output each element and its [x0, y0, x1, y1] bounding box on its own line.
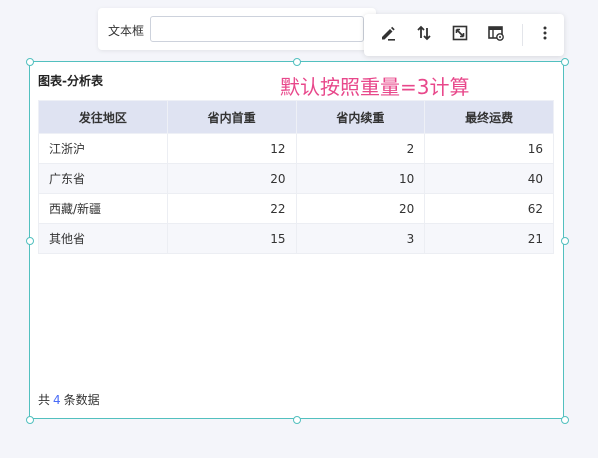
textbox-label: 文本框: [108, 24, 145, 38]
table-row[interactable]: 广东省 20 10 40: [38, 163, 554, 194]
resize-handle-right[interactable]: [561, 237, 569, 245]
edit-button[interactable]: [370, 14, 406, 56]
table-cell: 16: [424, 133, 554, 164]
resize-handle-bottom[interactable]: [293, 416, 301, 424]
table-cell: 21: [424, 223, 554, 254]
table-cell: 10: [295, 163, 426, 194]
more-vertical-icon: [536, 24, 554, 46]
table-cell: 62: [424, 193, 554, 224]
table-cell: 3: [295, 223, 426, 254]
resize-handle-top-left[interactable]: [26, 58, 34, 66]
table-cell: 江浙沪: [38, 133, 168, 164]
resize-handle-bottom-right[interactable]: [561, 416, 569, 424]
table-cell: 20: [166, 163, 297, 194]
pen-edit-icon: [379, 24, 397, 46]
column-header[interactable]: 省内首重: [166, 100, 297, 134]
resize-handle-bottom-left[interactable]: [26, 416, 34, 424]
table-row[interactable]: 其他省 15 3 21: [38, 223, 554, 254]
swap-button[interactable]: [406, 14, 442, 56]
widget-title: 图表-分析表: [38, 74, 103, 88]
table-row[interactable]: 江浙沪 12 2 16: [38, 133, 554, 164]
analysis-table: 发往地区 省内首重 省内续重 最终运费 江浙沪 12 2 16 广东省 20 1…: [38, 100, 554, 254]
table-cell: 15: [166, 223, 297, 254]
table-cell: 12: [166, 133, 297, 164]
expand-icon: [451, 24, 469, 46]
table-cell: 2: [295, 133, 426, 164]
swap-arrows-icon: [415, 24, 433, 46]
textbox-input[interactable]: [150, 16, 364, 42]
more-button[interactable]: [527, 14, 563, 56]
column-header[interactable]: 发往地区: [38, 100, 168, 134]
footer-suffix: 条数据: [63, 393, 100, 407]
analysis-table-widget[interactable]: 图表-分析表 默认按照重量=3计算 发往地区 省内首重 省内续重 最终运费 江浙…: [29, 61, 564, 419]
row-count: 4: [53, 393, 61, 407]
row-count-footer: 共 4 条数据: [38, 391, 100, 408]
resize-handle-left[interactable]: [26, 237, 34, 245]
widget-toolbar: [364, 14, 564, 56]
table-cell: 22: [166, 193, 297, 224]
table-header-row: 发往地区 省内首重 省内续重 最终运费: [38, 100, 554, 134]
table-cell: 其他省: [38, 223, 168, 254]
textbox-bar: 文本框: [98, 8, 376, 50]
toolbar-divider: [522, 24, 523, 46]
table-cell: 20: [295, 193, 426, 224]
fullscreen-button[interactable]: [442, 14, 478, 56]
table-settings-button[interactable]: [478, 14, 514, 56]
table-cell: 40: [424, 163, 554, 194]
table-cell: 广东省: [38, 163, 168, 194]
annotation-text: 默认按照重量=3计算: [280, 75, 470, 99]
table-settings-icon: [487, 24, 505, 46]
resize-handle-top[interactable]: [293, 58, 301, 66]
table-cell: 西藏/新疆: [38, 193, 168, 224]
footer-prefix: 共: [38, 393, 51, 407]
column-header[interactable]: 最终运费: [424, 100, 554, 134]
resize-handle-top-right[interactable]: [561, 58, 569, 66]
column-header[interactable]: 省内续重: [295, 100, 426, 134]
table-row[interactable]: 西藏/新疆 22 20 62: [38, 193, 554, 224]
